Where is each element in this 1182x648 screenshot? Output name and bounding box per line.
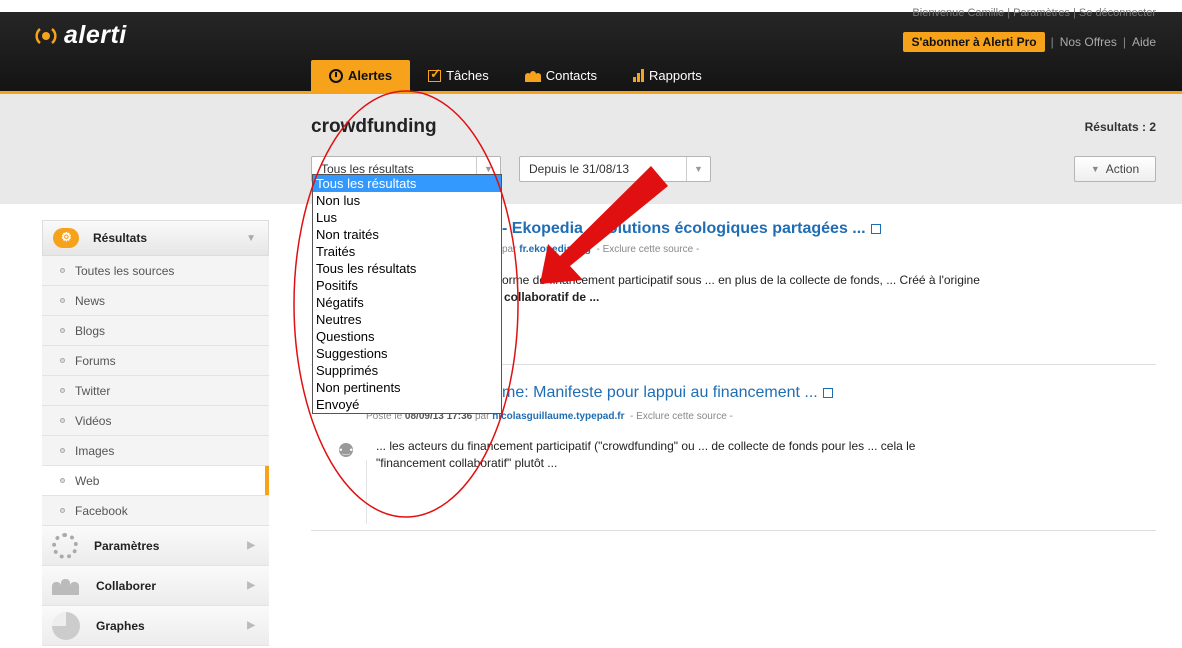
sidebar-section-collaborer[interactable]: Collaborer ▶ [42,566,269,606]
cloud-gear-icon [53,228,79,248]
dropdown-option[interactable]: Positifs [313,277,501,294]
result-snippet: ... les acteurs du financement participa… [376,439,916,470]
exclude-source-link[interactable]: - Exclure cette source - [630,411,733,422]
sidebar-item-forums[interactable]: Forums [42,346,269,376]
result-divider [311,530,1156,531]
clock-icon [329,68,343,83]
exclude-source-link[interactable]: - Exclure cette source - [596,244,699,255]
dropdown-option[interactable]: Neutres [313,311,501,328]
tab-rapports[interactable]: Rapports [615,60,720,91]
dropdown-option[interactable]: Suggestions [313,345,501,362]
sidebar-section-graphes[interactable]: Graphes ▶ [42,606,269,646]
dropdown-option[interactable]: Négatifs [313,294,501,311]
dropdown-option[interactable]: Tous les résultats [313,260,501,277]
people-icon [524,70,541,82]
date-select[interactable]: Depuis le 31/08/13 ▼ [519,156,711,182]
subscribe-pro-button[interactable]: S'abonner à Alerti Pro [903,32,1045,52]
query-header [0,94,1182,204]
dropdown-option[interactable]: Non traités [313,226,501,243]
bar-chart-icon [633,69,645,82]
chevron-right-icon: ▶ [247,620,255,631]
dropdown-option[interactable]: Non lus [313,192,501,209]
dropdown-option[interactable]: Supprimés [313,362,501,379]
tab-taches[interactable]: Tâches [410,60,507,91]
tab-contacts[interactable]: Contacts [507,60,615,91]
main-tabs: Alertes Tâches Contacts Rapports [311,60,720,91]
result-snippet: eforme de financement participatif sous … [492,273,980,304]
help-link[interactable]: Aide [1132,35,1156,49]
query-title: crowdfunding [311,116,437,137]
chevron-down-icon: ▼ [246,232,256,244]
sidebar-item-images[interactable]: Images [42,436,269,466]
page: alerti Bienvenue Camille | Paramètres | … [0,0,1182,648]
dropdown-option[interactable]: Questions [313,328,501,345]
result-source-link[interactable]: fr.ekopedia.org [519,244,591,255]
sidebar-item-all-sources[interactable]: Toutes les sources [42,256,269,286]
pie-chart-icon [52,611,80,640]
alerti-logo-icon [34,24,58,48]
gear-icon [52,532,78,559]
chevron-right-icon: ▶ [247,540,255,551]
dropdown-option[interactable]: Envoyé [313,396,501,413]
dropdown-option[interactable]: Lus [313,209,501,226]
sidebar-item-facebook[interactable]: Facebook [42,496,269,526]
dropdown-option[interactable]: Traités [313,243,501,260]
group-icon [52,577,80,595]
tab-alertes[interactable]: Alertes [311,60,411,91]
result-title-link[interactable]: - Ekopedia - Solutions écologiques parta… [502,220,881,238]
external-link-icon[interactable] [870,224,881,234]
external-link-icon[interactable] [822,388,833,398]
results-count: Résultats : 2 [1084,120,1156,134]
sidebar-item-web[interactable]: Web [42,466,269,496]
chevron-right-icon: ▶ [247,580,255,591]
logo[interactable]: alerti [34,21,127,50]
chevron-down-icon: ▼ [686,157,710,181]
sidebar-item-blogs[interactable]: Blogs [42,316,269,346]
sidebar-section-parametres[interactable]: Paramètres ▶ [42,526,269,566]
action-button[interactable]: ▼ Action [1074,156,1156,182]
triangle-down-icon: ▼ [1090,164,1100,174]
sidebar-header-resultats[interactable]: Résultats ▼ [42,220,269,256]
sidebar-item-news[interactable]: News [42,286,269,316]
result-title-link[interactable]: me: Manifeste pour lappui au financement… [502,384,833,402]
welcome-links[interactable]: Bienvenue Camille | Paramètres | Se déco… [912,7,1156,19]
filter-dropdown-list[interactable]: Tous les résultats Non lus Lus Non traités T… [312,174,502,414]
top-links: S'abonner à Alerti Pro | Nos Offres | Ai… [903,32,1156,52]
dropdown-option[interactable]: Tous les résultats [313,175,501,192]
result-meta: par fr.ekopedia.org - Exclure cette sour… [502,244,700,255]
result-source-link[interactable]: nicolasguillaume.typepad.fr [492,411,624,422]
checkbox-icon [428,66,442,82]
dropdown-option[interactable]: Non pertinents [313,379,501,396]
neutral-face-icon[interactable]: •‿• [339,443,353,457]
sidebar: Résultats ▼ Toutes les sources News Blog… [42,220,269,646]
sidebar-item-twitter[interactable]: Twitter [42,376,269,406]
logo-text: alerti [64,21,127,49]
sidebar-item-videos[interactable]: Vidéos [42,406,269,436]
offers-link[interactable]: Nos Offres [1060,35,1117,49]
